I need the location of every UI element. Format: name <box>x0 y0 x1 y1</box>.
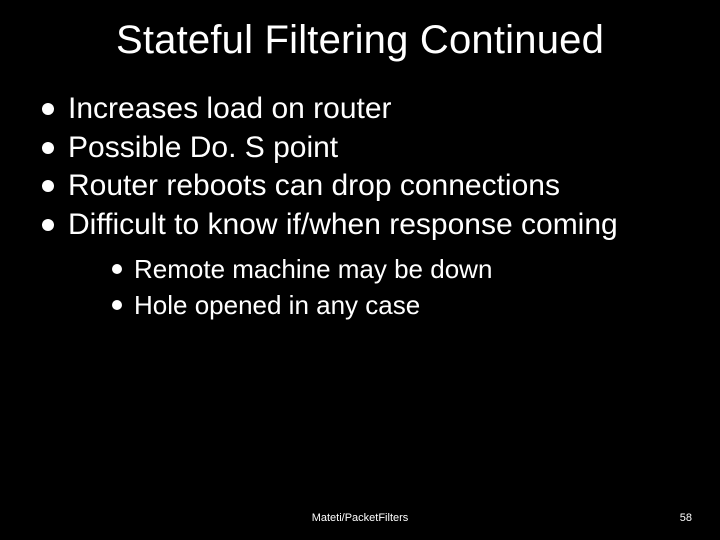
page-number: 58 <box>680 512 692 524</box>
sub-bullet-item: Remote machine may be down <box>110 253 700 286</box>
sub-bullet-list: Remote machine may be down Hole opened i… <box>68 253 700 322</box>
bullet-text: Difficult to know if/when response comin… <box>68 208 618 241</box>
bullet-text: Possible Do. S point <box>68 131 338 164</box>
bullet-text: Router reboots can drop connections <box>68 169 560 202</box>
sub-bullet-text: Hole opened in any case <box>134 290 420 320</box>
bullet-item: Possible Do. S point <box>38 130 700 167</box>
bullet-item: Difficult to know if/when response comin… <box>38 207 700 322</box>
footer-source: Mateti/PacketFilters <box>0 512 720 524</box>
slide-title: Stateful Filtering Continued <box>0 0 720 73</box>
slide-content: Increases load on router Possible Do. S … <box>0 73 720 322</box>
slide: Stateful Filtering Continued Increases l… <box>0 0 720 540</box>
bullet-item: Increases load on router <box>38 91 700 128</box>
bullet-item: Router reboots can drop connections <box>38 168 700 205</box>
sub-bullet-item: Hole opened in any case <box>110 289 700 322</box>
bullet-list: Increases load on router Possible Do. S … <box>38 91 700 322</box>
sub-bullet-text: Remote machine may be down <box>134 254 492 284</box>
bullet-text: Increases load on router <box>68 92 392 125</box>
